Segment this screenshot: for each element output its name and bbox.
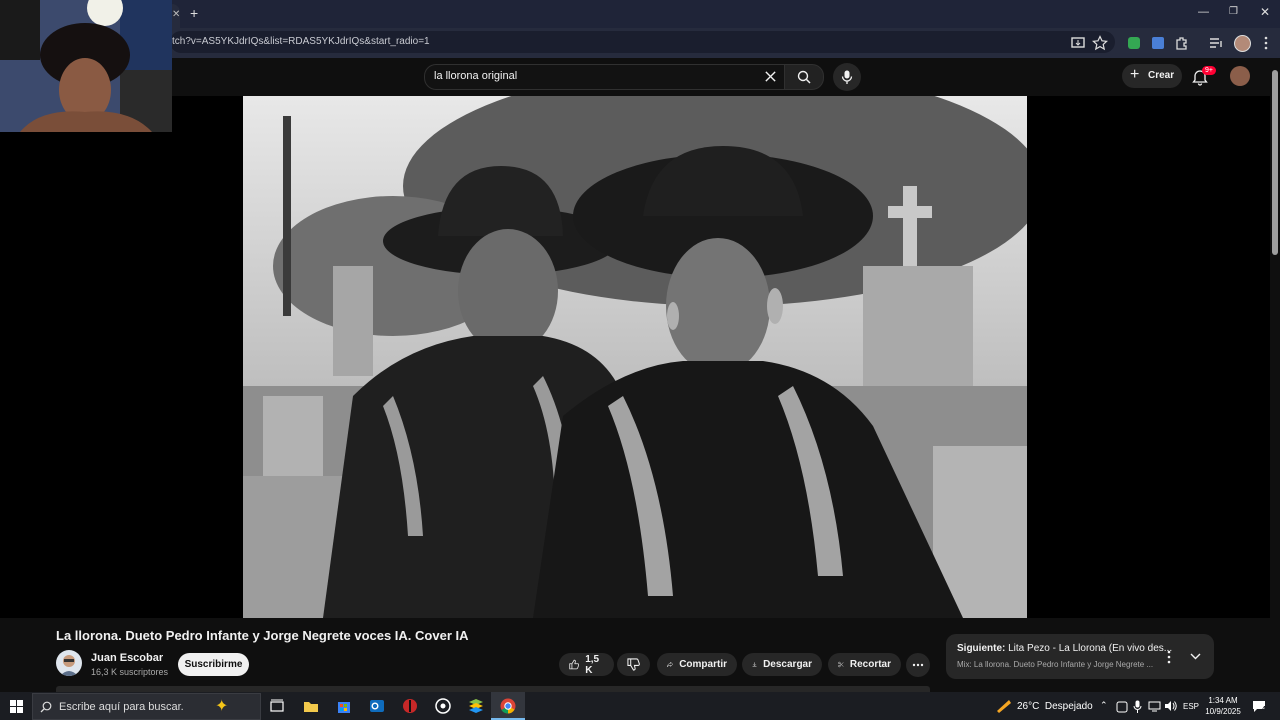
plus-icon: +: [1130, 66, 1140, 83]
bookmark-star-icon[interactable]: [1092, 35, 1108, 51]
microphone-icon: [841, 70, 853, 84]
extension-green-icon[interactable]: [1126, 35, 1142, 51]
network-icon[interactable]: [1148, 701, 1161, 712]
profile-avatar-icon[interactable]: [1234, 35, 1251, 52]
dislike-button[interactable]: [617, 653, 650, 676]
extensions-puzzle-icon[interactable]: [1174, 35, 1190, 51]
create-label: Crear: [1148, 70, 1175, 81]
download-button[interactable]: Descargar: [742, 653, 822, 676]
subscriber-count: 16,3 K suscriptores: [91, 667, 169, 677]
new-tab-button[interactable]: +: [190, 5, 198, 21]
scissors-icon: [838, 661, 844, 668]
share-label: Compartir: [679, 659, 727, 670]
url-text[interactable]: tch?v=AS5YKJdrIQs&list=RDAS5YKJdrIQs&sta…: [172, 36, 430, 47]
task-view-icon[interactable]: [268, 697, 286, 715]
up-next-title[interactable]: Siguiente: Lita Pezo - La Llorona (En vi…: [957, 643, 1172, 654]
chrome-icon: [500, 698, 516, 714]
search-input[interactable]: la llorona original: [424, 64, 785, 90]
browser-menu-icon[interactable]: [1258, 35, 1274, 51]
clock-time: 1:34 AM: [1208, 696, 1238, 705]
scrollbar-thumb[interactable]: [1272, 70, 1278, 255]
volume-icon[interactable]: [1164, 700, 1177, 712]
download-icon: [752, 662, 757, 667]
notification-count: 4: [1262, 706, 1266, 713]
thumbs-up-icon: [569, 659, 580, 670]
notifications-button[interactable]: 9+: [1192, 66, 1216, 86]
close-window-icon[interactable]: ✕: [1260, 5, 1270, 19]
search-icon: [797, 70, 811, 84]
microsoft-store-icon[interactable]: [335, 697, 353, 715]
clear-search-icon[interactable]: [764, 70, 777, 83]
media-control-icon[interactable]: [1208, 35, 1224, 51]
translate-extension-icon[interactable]: [1150, 35, 1166, 51]
language-indicator[interactable]: ESP: [1183, 702, 1199, 711]
chevron-down-icon[interactable]: [1190, 653, 1201, 660]
weather-icon[interactable]: [995, 698, 1013, 714]
create-button[interactable]: + Crear: [1122, 64, 1182, 88]
search-query-text: la llorona original: [434, 70, 518, 82]
video-title: La llorona. Dueto Pedro Infante y Jorge …: [56, 628, 469, 643]
microphone-tray-icon[interactable]: [1133, 700, 1142, 713]
share-button[interactable]: Compartir: [657, 653, 737, 676]
account-avatar[interactable]: [1230, 66, 1250, 86]
file-explorer-icon[interactable]: [302, 697, 320, 715]
channel-name[interactable]: Juan Escobar: [91, 652, 163, 664]
voice-search-button[interactable]: [833, 63, 861, 91]
sparkle-icon: ✦: [215, 698, 229, 715]
up-next-card[interactable]: [946, 634, 1214, 679]
install-app-icon[interactable]: [1070, 35, 1086, 51]
up-next-video-title: Lita Pezo - La Llorona (En vivo des...: [1005, 643, 1173, 654]
more-actions-button[interactable]: [906, 653, 930, 677]
more-horizontal-icon: [912, 663, 924, 667]
close-tab-icon[interactable]: ✕: [172, 9, 180, 20]
search-button[interactable]: [784, 64, 824, 90]
taskbar-search-placeholder: Escribe aquí para buscar.: [59, 701, 184, 713]
like-button[interactable]: 1,5 K: [559, 653, 614, 676]
webcam-overlay: [0, 0, 172, 132]
thumbs-down-icon: [627, 658, 640, 671]
clock-date: 10/9/2025: [1205, 707, 1241, 716]
up-next-label: Siguiente:: [957, 643, 1006, 654]
clock[interactable]: 1:34 AM 10/9/2025: [1203, 695, 1243, 717]
notification-badge: 9+: [1202, 66, 1216, 75]
steam-icon[interactable]: [434, 697, 452, 715]
subscribe-button[interactable]: Suscribirme: [178, 653, 249, 676]
up-next-menu-icon[interactable]: [1166, 650, 1172, 664]
download-label: Descargar: [763, 659, 812, 670]
minimize-window-icon[interactable]: —: [1198, 6, 1209, 18]
weather-text[interactable]: 26°C Despejado: [1017, 701, 1093, 712]
restore-window-icon[interactable]: ❐: [1229, 6, 1238, 17]
video-frame[interactable]: [243, 96, 1027, 618]
bluestacks-icon[interactable]: [467, 697, 485, 715]
windows-start-icon[interactable]: [10, 700, 23, 713]
outlook-icon[interactable]: [368, 697, 386, 715]
like-count: 1,5 K: [585, 653, 600, 676]
clip-label: Recortar: [849, 659, 891, 670]
clip-button[interactable]: Recortar: [828, 653, 901, 676]
up-next-subtitle: Mix: La llorona. Dueto Pedro Infante y J…: [957, 660, 1154, 669]
taskbar-search-box[interactable]: Escribe aquí para buscar. ✦: [32, 693, 261, 720]
tray-chevron-up-icon[interactable]: ⌃: [1100, 700, 1108, 711]
search-icon: [40, 701, 52, 713]
share-icon: [667, 661, 674, 668]
channel-avatar[interactable]: [56, 650, 82, 676]
tray-app-icon[interactable]: [1116, 701, 1128, 713]
app-red-icon[interactable]: [401, 697, 419, 715]
